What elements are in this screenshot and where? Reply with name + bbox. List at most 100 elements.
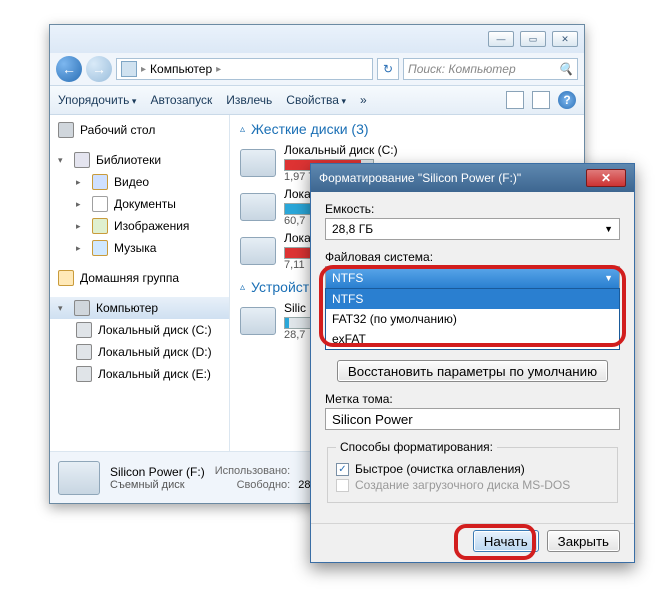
sidebar-item-pictures[interactable]: ▸ Изображения: [50, 215, 229, 237]
sidebar-item-label: Видео: [114, 175, 149, 189]
music-icon: [92, 240, 108, 256]
checkbox-icon: [336, 479, 349, 492]
more-chevron-icon[interactable]: »: [360, 93, 367, 107]
drive-icon: [76, 344, 92, 360]
format-dialog: Форматирование "Silicon Power (F:)" ✕ Ем…: [310, 163, 635, 563]
capacity-value: 28,8 ГБ: [332, 222, 373, 236]
sidebar-item-desktop[interactable]: Рабочий стол: [50, 119, 229, 141]
drive-icon: [240, 149, 276, 177]
preview-pane-icon[interactable]: [532, 91, 550, 109]
view-icon[interactable]: [506, 91, 524, 109]
organize-menu[interactable]: Упорядочить: [58, 93, 136, 107]
sidebar-item-label: Локальный диск (D:): [98, 345, 212, 359]
sidebar: Рабочий стол ▾ Библиотеки ▸ Видео ▸ Докуме…: [50, 115, 230, 451]
back-button[interactable]: ←: [56, 56, 82, 82]
sidebar-item-label: Музыка: [114, 241, 156, 255]
sidebar-item-label: Компьютер: [96, 301, 158, 315]
sidebar-item-libraries[interactable]: ▾ Библиотеки: [50, 149, 229, 171]
computer-icon: [74, 300, 90, 316]
section-title: Жесткие диски (3): [251, 121, 369, 137]
drive-icon: [240, 193, 276, 221]
status-drive-type: Съемный диск: [110, 479, 205, 491]
pictures-icon: [92, 218, 108, 234]
fs-option-exfat[interactable]: exFAT: [326, 329, 619, 349]
expand-icon[interactable]: ▸: [76, 199, 86, 210]
quick-format-label: Быстрое (очистка оглавления): [355, 462, 525, 476]
start-button[interactable]: Начать: [473, 530, 539, 552]
sidebar-item-drive-c[interactable]: Локальный диск (C:): [50, 319, 229, 341]
breadcrumb-item[interactable]: Компьютер: [150, 62, 212, 76]
desktop-icon: [58, 122, 74, 138]
drive-icon: [76, 322, 92, 338]
chevron-right-icon: ▸: [141, 64, 146, 75]
volume-input[interactable]: [325, 408, 620, 430]
drive-icon: [240, 307, 276, 335]
format-methods-label: Способы форматирования:: [336, 440, 497, 454]
filesystem-combo[interactable]: NTFS ▼: [325, 266, 620, 288]
maximize-button[interactable]: ▭: [520, 31, 546, 47]
help-icon[interactable]: ?: [558, 91, 576, 109]
forward-button[interactable]: →: [86, 56, 112, 82]
sidebar-item-label: Домашняя группа: [80, 271, 179, 285]
drive-icon: [76, 366, 92, 382]
sidebar-item-label: Локальный диск (C:): [98, 323, 212, 337]
filesystem-dropdown: NTFS FAT32 (по умолчанию) exFAT: [325, 288, 620, 350]
eject-button[interactable]: Извлечь: [226, 93, 272, 107]
status-free-label: Свободно:: [215, 479, 291, 491]
sidebar-item-computer[interactable]: ▾ Компьютер: [50, 297, 229, 319]
chevron-down-icon: ▼: [604, 224, 613, 234]
dialog-titlebar: Форматирование "Silicon Power (F:)" ✕: [311, 164, 634, 192]
expand-icon[interactable]: ▾: [58, 303, 68, 314]
status-drive-name: Silicon Power (F:): [110, 465, 205, 479]
navigation-bar: ← → ▸ Компьютер ▸ ↻ Поиск: Компьютер 🔍: [50, 53, 584, 85]
sidebar-item-drive-d[interactable]: Локальный диск (D:): [50, 341, 229, 363]
fs-option-fat32[interactable]: FAT32 (по умолчанию): [326, 309, 619, 329]
expand-icon[interactable]: ▸: [76, 243, 86, 254]
fs-option-ntfs[interactable]: NTFS: [326, 289, 619, 309]
expand-icon[interactable]: ▾: [58, 155, 68, 166]
expand-icon[interactable]: ▸: [76, 177, 86, 188]
autoplay-button[interactable]: Автозапуск: [150, 93, 212, 107]
checkbox-icon: ✓: [336, 463, 349, 476]
sidebar-item-homegroup[interactable]: Домашняя группа: [50, 267, 229, 289]
properties-menu[interactable]: Свойства: [286, 93, 346, 107]
section-hard-drives[interactable]: ▵ Жесткие диски (3): [240, 121, 574, 137]
document-icon: [92, 196, 108, 212]
dialog-close-button[interactable]: ✕: [586, 169, 626, 187]
sidebar-item-music[interactable]: ▸ Музыка: [50, 237, 229, 259]
chevron-down-icon: ▼: [604, 273, 613, 283]
status-used-label: Использовано:: [215, 465, 291, 477]
minimize-button[interactable]: —: [488, 31, 514, 47]
close-dialog-button[interactable]: Закрыть: [547, 530, 620, 552]
breadcrumb[interactable]: ▸ Компьютер ▸: [116, 58, 373, 80]
collapse-icon[interactable]: ▵: [240, 282, 245, 293]
sidebar-item-label: Документы: [114, 197, 176, 211]
sidebar-item-drive-e[interactable]: Локальный диск (E:): [50, 363, 229, 385]
quick-format-checkbox[interactable]: ✓ Быстрое (очистка оглавления): [336, 462, 609, 476]
drive-label: Локальный диск (C:): [284, 143, 574, 157]
search-input[interactable]: Поиск: Компьютер 🔍: [403, 58, 578, 80]
sidebar-item-label: Изображения: [114, 219, 189, 233]
filesystem-selected: NTFS: [332, 271, 363, 285]
computer-icon: [121, 61, 137, 77]
close-button[interactable]: ✕: [552, 31, 578, 47]
sidebar-item-label: Рабочий стол: [80, 123, 155, 137]
libraries-icon: [74, 152, 90, 168]
toolbar: Упорядочить Автозапуск Извлечь Свойства …: [50, 85, 584, 115]
refresh-button[interactable]: ↻: [377, 58, 399, 80]
titlebar: — ▭ ✕: [50, 25, 584, 53]
search-placeholder: Поиск: Компьютер: [408, 62, 516, 76]
expand-icon[interactable]: ▸: [76, 221, 86, 232]
chevron-right-icon: ▸: [216, 64, 221, 75]
sidebar-item-documents[interactable]: ▸ Документы: [50, 193, 229, 215]
restore-defaults-button[interactable]: Восстановить параметры по умолчанию: [337, 360, 608, 382]
video-icon: [92, 174, 108, 190]
capacity-combo[interactable]: 28,8 ГБ ▼: [325, 218, 620, 240]
format-methods-group: Способы форматирования: ✓ Быстрое (очист…: [327, 440, 618, 503]
sidebar-item-videos[interactable]: ▸ Видео: [50, 171, 229, 193]
collapse-icon[interactable]: ▵: [240, 124, 245, 135]
search-icon: 🔍: [558, 62, 573, 76]
homegroup-icon: [58, 270, 74, 286]
msdos-boot-checkbox: Создание загрузочного диска MS-DOS: [336, 478, 609, 492]
sidebar-item-label: Библиотеки: [96, 153, 161, 167]
